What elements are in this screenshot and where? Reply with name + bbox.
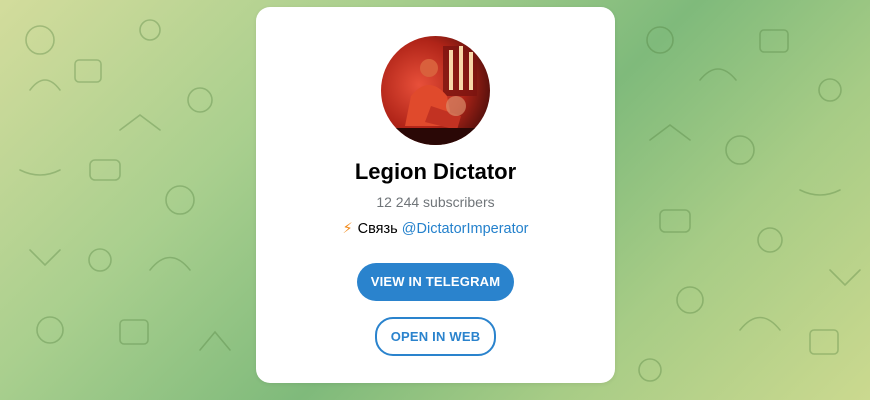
- channel-avatar: [381, 36, 490, 145]
- lightning-icon: ⚡: [342, 221, 353, 237]
- channel-description: ⚡ Связь @DictatorImperator: [256, 221, 615, 237]
- channel-card: Legion Dictator 12 244 subscribers ⚡ Связ…: [256, 7, 615, 383]
- open-in-web-button[interactable]: OPEN IN WEB: [375, 317, 496, 356]
- subscriber-count: 12 244 subscribers: [376, 194, 495, 210]
- view-in-telegram-button[interactable]: VIEW IN TELEGRAM: [357, 263, 514, 301]
- description-text: Связь: [357, 221, 398, 237]
- channel-title: Legion Dictator: [354, 159, 517, 184]
- contact-username-link[interactable]: @DictatorImperator: [402, 221, 529, 237]
